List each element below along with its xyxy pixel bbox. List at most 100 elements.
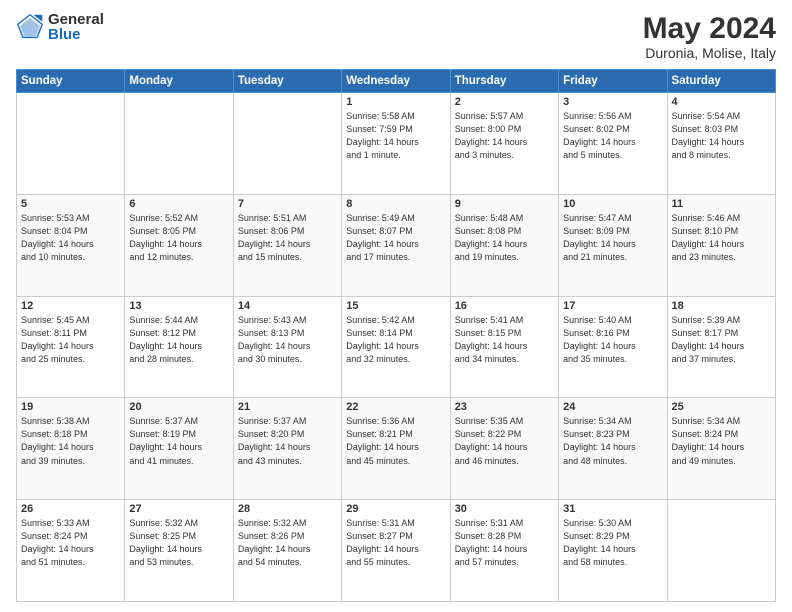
day-number: 26 [21,503,120,515]
col-tuesday: Tuesday [233,70,341,93]
calendar-table: Sunday Monday Tuesday Wednesday Thursday… [16,69,776,602]
day-number: 31 [563,503,662,515]
table-row: 29 Sunrise: 5:31 AMSunset: 8:27 PMDayligh… [342,500,450,602]
day-info: Sunrise: 5:39 AMSunset: 8:17 PMDaylight:… [672,314,771,366]
table-row: 12 Sunrise: 5:45 AMSunset: 8:11 PMDayligh… [17,296,125,398]
calendar-week-row: 1Sunrise: 5:58 AMSunset: 7:59 PMDaylight… [17,93,776,195]
logo-icon [16,13,44,41]
col-thursday: Thursday [450,70,558,93]
calendar-subtitle: Duronia, Molise, Italy [643,45,776,61]
day-number: 22 [346,401,445,413]
header: General Blue May 2024 Duronia, Molise, I… [16,12,776,61]
page: General Blue May 2024 Duronia, Molise, I… [0,0,792,612]
table-row: 6 Sunrise: 5:52 AMSunset: 8:05 PMDaylight… [125,194,233,296]
table-row: 15 Sunrise: 5:42 AMSunset: 8:14 PMDayligh… [342,296,450,398]
day-number: 30 [455,503,554,515]
table-row: 3Sunrise: 5:56 AMSunset: 8:02 PMDaylight… [559,93,667,195]
logo: General Blue [16,12,104,42]
table-row: 27Sunrise: 5:32 AMSunset: 8:25 PMDayligh… [125,500,233,602]
table-row [667,500,775,602]
table-row: 9 Sunrise: 5:48 AMSunset: 8:08 PMDaylight… [450,194,558,296]
day-info: Sunrise: 5:43 AMSunset: 8:13 PMDaylight:… [238,314,337,366]
table-row: 13Sunrise: 5:44 AMSunset: 8:12 PMDayligh… [125,296,233,398]
table-row: 10 Sunrise: 5:47 AMSunset: 8:09 PMDayligh… [559,194,667,296]
table-row [125,93,233,195]
calendar-week-row: 12 Sunrise: 5:45 AMSunset: 8:11 PMDayligh… [17,296,776,398]
day-info: Sunrise: 5:47 AMSunset: 8:09 PMDaylight:… [563,212,662,264]
table-row: 4 Sunrise: 5:54 AMSunset: 8:03 PMDaylight… [667,93,775,195]
day-info: Sunrise: 5:32 AMSunset: 8:25 PMDaylight:… [129,517,228,569]
day-info: Sunrise: 5:54 AMSunset: 8:03 PMDaylight:… [672,110,771,162]
day-number: 5 [21,198,120,210]
day-info: Sunrise: 5:36 AMSunset: 8:21 PMDaylight:… [346,415,445,467]
day-info: Sunrise: 5:31 AMSunset: 8:27 PMDaylight:… [346,517,445,569]
day-number: 15 [346,300,445,312]
day-number: 16 [455,300,554,312]
table-row: 23Sunrise: 5:35 AMSunset: 8:22 PMDayligh… [450,398,558,500]
day-info: Sunrise: 5:58 AMSunset: 7:59 PMDaylight:… [346,110,445,162]
day-number: 2 [455,96,554,108]
day-number: 4 [672,96,771,108]
day-info: Sunrise: 5:57 AMSunset: 8:00 PMDaylight:… [455,110,554,162]
day-info: Sunrise: 5:46 AMSunset: 8:10 PMDaylight:… [672,212,771,264]
table-row: 26Sunrise: 5:33 AMSunset: 8:24 PMDayligh… [17,500,125,602]
calendar-week-row: 26Sunrise: 5:33 AMSunset: 8:24 PMDayligh… [17,500,776,602]
day-info: Sunrise: 5:42 AMSunset: 8:14 PMDaylight:… [346,314,445,366]
day-number: 18 [672,300,771,312]
day-info: Sunrise: 5:30 AMSunset: 8:29 PMDaylight:… [563,517,662,569]
day-number: 20 [129,401,228,413]
day-info: Sunrise: 5:44 AMSunset: 8:12 PMDaylight:… [129,314,228,366]
logo-blue-text: Blue [48,27,104,42]
col-sunday: Sunday [17,70,125,93]
calendar-week-row: 19Sunrise: 5:38 AMSunset: 8:18 PMDayligh… [17,398,776,500]
day-number: 10 [563,198,662,210]
table-row: 7Sunrise: 5:51 AMSunset: 8:06 PMDaylight… [233,194,341,296]
day-info: Sunrise: 5:53 AMSunset: 8:04 PMDaylight:… [21,212,120,264]
day-number: 29 [346,503,445,515]
col-wednesday: Wednesday [342,70,450,93]
calendar-title: May 2024 [643,12,776,45]
day-number: 14 [238,300,337,312]
day-info: Sunrise: 5:51 AMSunset: 8:06 PMDaylight:… [238,212,337,264]
table-row [233,93,341,195]
calendar-week-row: 5 Sunrise: 5:53 AMSunset: 8:04 PMDaylight… [17,194,776,296]
day-number: 12 [21,300,120,312]
table-row: 18 Sunrise: 5:39 AMSunset: 8:17 PMDayligh… [667,296,775,398]
table-row: 24Sunrise: 5:34 AMSunset: 8:23 PMDayligh… [559,398,667,500]
day-number: 28 [238,503,337,515]
day-number: 19 [21,401,120,413]
calendar-header-row: Sunday Monday Tuesday Wednesday Thursday… [17,70,776,93]
title-block: May 2024 Duronia, Molise, Italy [643,12,776,61]
table-row: 5 Sunrise: 5:53 AMSunset: 8:04 PMDaylight… [17,194,125,296]
col-saturday: Saturday [667,70,775,93]
table-row: 8Sunrise: 5:49 AMSunset: 8:07 PMDaylight… [342,194,450,296]
table-row: 20 Sunrise: 5:37 AMSunset: 8:19 PMDayligh… [125,398,233,500]
table-row: 1Sunrise: 5:58 AMSunset: 7:59 PMDaylight… [342,93,450,195]
col-monday: Monday [125,70,233,93]
day-number: 9 [455,198,554,210]
table-row: 19Sunrise: 5:38 AMSunset: 8:18 PMDayligh… [17,398,125,500]
day-info: Sunrise: 5:45 AMSunset: 8:11 PMDaylight:… [21,314,120,366]
day-info: Sunrise: 5:32 AMSunset: 8:26 PMDaylight:… [238,517,337,569]
day-info: Sunrise: 5:34 AMSunset: 8:24 PMDaylight:… [672,415,771,467]
day-info: Sunrise: 5:37 AMSunset: 8:19 PMDaylight:… [129,415,228,467]
day-info: Sunrise: 5:52 AMSunset: 8:05 PMDaylight:… [129,212,228,264]
table-row: 14 Sunrise: 5:43 AMSunset: 8:13 PMDayligh… [233,296,341,398]
table-row: 28 Sunrise: 5:32 AMSunset: 8:26 PMDayligh… [233,500,341,602]
table-row: 11Sunrise: 5:46 AMSunset: 8:10 PMDayligh… [667,194,775,296]
table-row: 31 Sunrise: 5:30 AMSunset: 8:29 PMDayligh… [559,500,667,602]
table-row [17,93,125,195]
day-info: Sunrise: 5:37 AMSunset: 8:20 PMDaylight:… [238,415,337,467]
table-row: 22 Sunrise: 5:36 AMSunset: 8:21 PMDayligh… [342,398,450,500]
logo-text: General Blue [48,12,104,42]
day-info: Sunrise: 5:31 AMSunset: 8:28 PMDaylight:… [455,517,554,569]
day-number: 24 [563,401,662,413]
table-row: 30 Sunrise: 5:31 AMSunset: 8:28 PMDayligh… [450,500,558,602]
day-info: Sunrise: 5:48 AMSunset: 8:08 PMDaylight:… [455,212,554,264]
day-info: Sunrise: 5:49 AMSunset: 8:07 PMDaylight:… [346,212,445,264]
day-info: Sunrise: 5:41 AMSunset: 8:15 PMDaylight:… [455,314,554,366]
table-row: 16 Sunrise: 5:41 AMSunset: 8:15 PMDayligh… [450,296,558,398]
day-info: Sunrise: 5:56 AMSunset: 8:02 PMDaylight:… [563,110,662,162]
day-info: Sunrise: 5:40 AMSunset: 8:16 PMDaylight:… [563,314,662,366]
day-number: 6 [129,198,228,210]
